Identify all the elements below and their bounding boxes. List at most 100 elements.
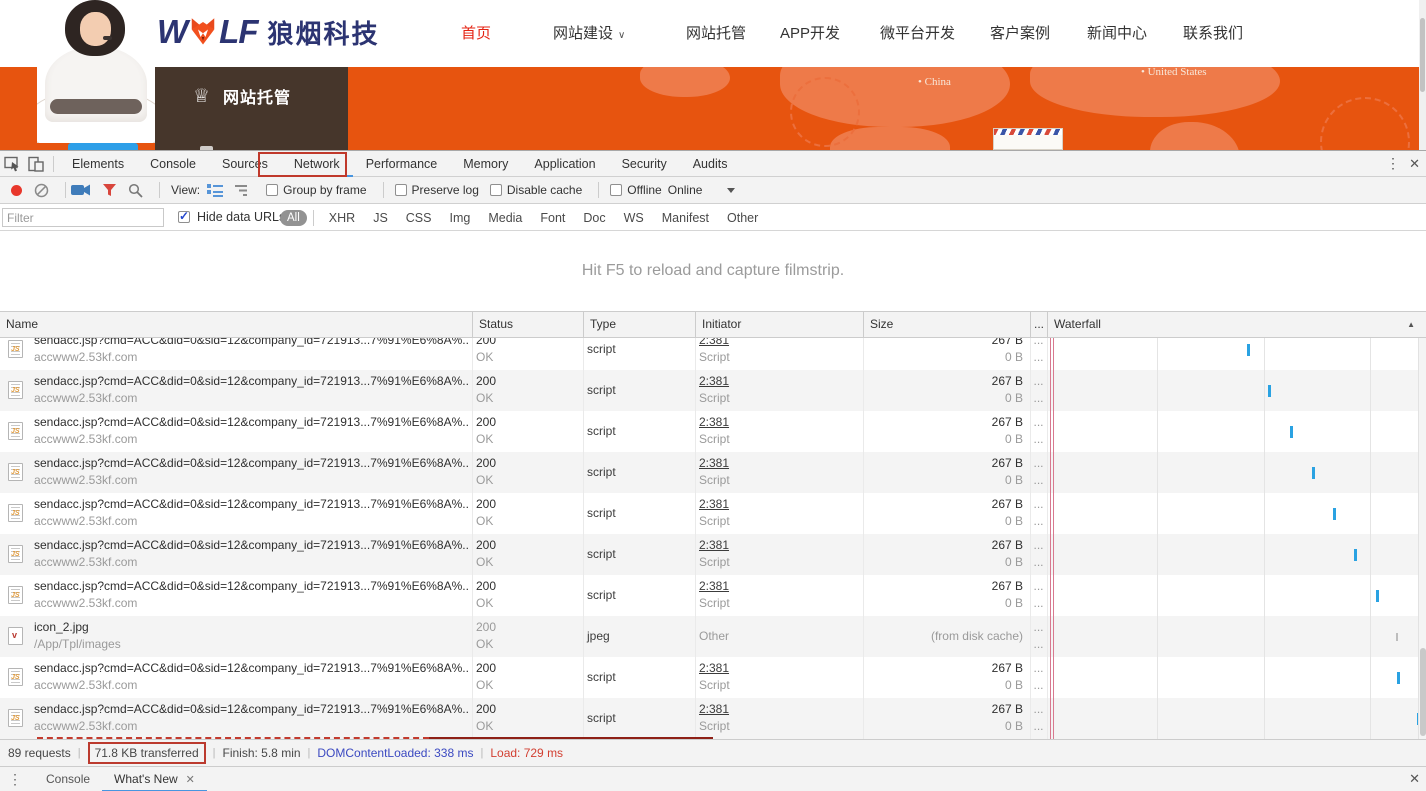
initiator-type: Script [699,514,730,528]
sort-arrow-icon[interactable]: ▲ [1407,312,1415,337]
filter-icon[interactable] [102,183,117,197]
request-domain: accwww2.53kf.com [34,350,137,364]
disable-cache-checkbox[interactable] [490,184,502,196]
close-icon[interactable]: ✕ [186,774,195,786]
page-scrollbar[interactable] [1419,0,1426,150]
group-by-frame-checkbox[interactable] [266,184,278,196]
nav-item-4[interactable]: 微平台开发 [880,0,955,67]
more-dots: ... [1030,702,1047,716]
request-type: script [587,493,616,534]
search-icon[interactable] [128,183,143,198]
more-dots: ... [1030,432,1047,446]
table-row[interactable]: JSsendacc.jsp?cmd=ACC&did=0&sid=12&compa… [0,452,1426,493]
column-header-size[interactable]: Size [863,312,1030,337]
clear-icon[interactable] [34,183,49,198]
initiator-link[interactable]: 2:381 [699,415,729,429]
column-header-initiator[interactable]: Initiator [695,312,863,337]
filter-type-js[interactable]: JS [364,211,397,225]
status-text: OK [476,555,493,569]
table-row[interactable]: JSsendacc.jsp?cmd=ACC&did=0&sid=12&compa… [0,575,1426,616]
devtools-close-icon[interactable]: ✕ [1409,156,1420,172]
initiator-link[interactable]: 2:381 [699,497,729,511]
initiator-link[interactable]: 2:381 [699,538,729,552]
table-row[interactable]: JSsendacc.jsp?cmd=ACC&did=0&sid=12&compa… [0,534,1426,575]
content-size: 0 B [863,473,1023,487]
filter-input[interactable] [2,208,164,227]
waterfall-view-icon[interactable] [234,184,249,197]
nav-item-5[interactable]: 客户案例 [990,0,1050,67]
initiator-link[interactable]: 2:381 [699,702,729,716]
table-row[interactable]: JSsendacc.jsp?cmd=ACC&did=0&sid=12&compa… [0,370,1426,411]
initiator-link[interactable]: 2:381 [699,579,729,593]
nav-item-2[interactable]: 网站托管 [686,0,746,67]
table-row[interactable]: JSsendacc.jsp?cmd=ACC&did=0&sid=12&compa… [0,338,1426,370]
divider [313,210,314,226]
table-scrollbar[interactable] [1418,338,1426,739]
chat-button[interactable] [68,143,138,150]
tab-application[interactable]: Application [521,151,608,177]
tab-network[interactable]: Network [281,151,353,177]
filter-type-doc[interactable]: Doc [574,211,614,225]
content-size: 0 B [863,596,1023,610]
tab-console[interactable]: Console [137,151,209,177]
table-row[interactable]: JSsendacc.jsp?cmd=ACC&did=0&sid=12&compa… [0,411,1426,452]
nav-item-1[interactable]: 网站建设∨ [553,0,625,67]
column-header-name[interactable]: Name [0,312,472,337]
table-row[interactable]: JSsendacc.jsp?cmd=ACC&did=0&sid=12&compa… [0,698,1426,739]
nav-item-0[interactable]: 首页 [461,0,491,67]
device-toolbar-icon[interactable] [24,152,48,176]
filter-type-other[interactable]: Other [718,211,767,225]
column-header-[interactable]: ... [1030,312,1047,337]
request-name: sendacc.jsp?cmd=ACC&did=0&sid=12&company… [34,661,469,675]
chevron-down-icon: ∨ [618,30,625,41]
filter-type-media[interactable]: Media [479,211,531,225]
drawer-tab-whats-new[interactable]: What's New✕ [102,767,207,791]
preserve-log-checkbox[interactable] [395,184,407,196]
service-menu-item-hosting[interactable]: ♕ 网站托管 [155,84,348,108]
initiator-link[interactable]: 2:381 [699,456,729,470]
column-header-type[interactable]: Type [583,312,695,337]
column-header-status[interactable]: Status [472,312,583,337]
tab-performance[interactable]: Performance [353,151,451,177]
nav-item-7[interactable]: 联系我们 [1183,0,1243,67]
more-dots: ... [1030,374,1047,388]
column-header-waterfall[interactable]: Waterfall▲ [1047,312,1418,337]
nav-item-6[interactable]: 新闻中心 [1087,0,1147,67]
tab-memory[interactable]: Memory [450,151,521,177]
site-logo[interactable]: W LF 狼烟科技 [157,12,380,52]
drawer-tab-console[interactable]: Console [34,767,102,791]
table-row[interactable]: vicon_2.jpg/App/Tpl/images200OKjpegOther… [0,616,1426,657]
filter-type-img[interactable]: Img [440,211,479,225]
tab-audits[interactable]: Audits [680,151,741,177]
drawer-close-icon[interactable]: ✕ [1409,771,1420,787]
large-rows-icon[interactable] [207,184,223,197]
offline-checkbox[interactable] [610,184,622,196]
table-row[interactable]: JSsendacc.jsp?cmd=ACC&did=0&sid=12&compa… [0,657,1426,698]
inspect-element-icon[interactable] [0,152,24,176]
page-scrollbar-thumb[interactable] [1420,18,1425,92]
table-scrollbar-thumb[interactable] [1420,648,1426,736]
request-type: script [587,698,616,739]
initiator-link[interactable]: 2:381 [699,338,729,347]
filter-type-all[interactable]: All [280,210,307,226]
initiator-link[interactable]: 2:381 [699,661,729,675]
filter-type-font[interactable]: Font [531,211,574,225]
filter-type-css[interactable]: CSS [397,211,441,225]
devtools-menu-icon[interactable]: ⋮ [1386,155,1400,172]
capture-screenshots-icon[interactable] [71,183,91,197]
throttling-select[interactable]: Online [668,183,703,197]
filter-type-xhr[interactable]: XHR [320,211,364,225]
table-row[interactable]: JSsendacc.jsp?cmd=ACC&did=0&sid=12&compa… [0,493,1426,534]
tab-sources[interactable]: Sources [209,151,281,177]
hide-data-urls-checkbox[interactable] [178,211,190,223]
record-icon[interactable] [11,185,22,196]
filter-type-ws[interactable]: WS [615,211,653,225]
nav-item-3[interactable]: APP开发 [780,0,840,67]
envelope-image [993,128,1063,150]
tab-security[interactable]: Security [609,151,680,177]
drawer-menu-icon[interactable]: ⋮ [8,771,22,788]
initiator-link[interactable]: 2:381 [699,374,729,388]
chevron-down-icon[interactable] [727,188,735,193]
tab-elements[interactable]: Elements [59,151,137,177]
filter-type-manifest[interactable]: Manifest [653,211,718,225]
